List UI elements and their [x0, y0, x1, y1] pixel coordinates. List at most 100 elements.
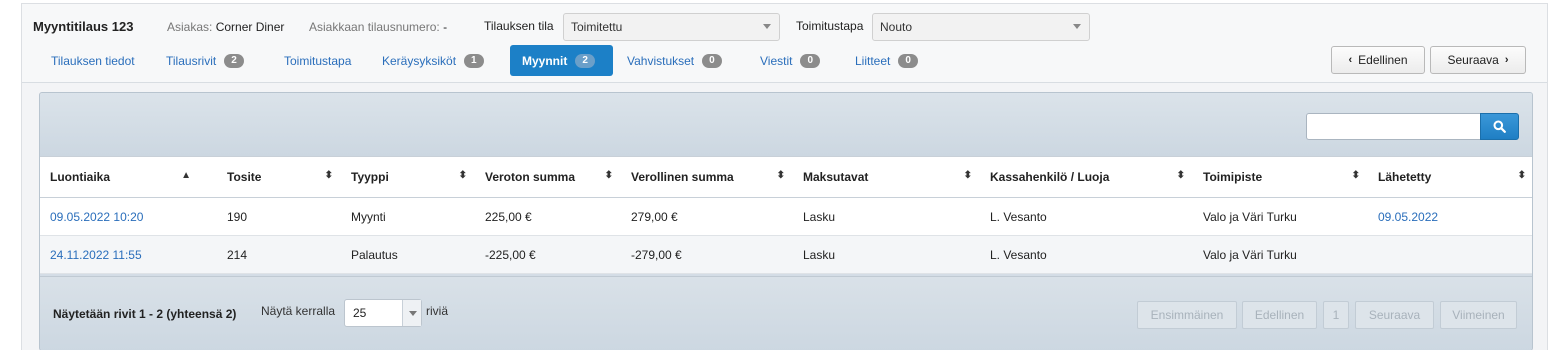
tab-picking-units[interactable]: Keräysyksiköt 1: [370, 45, 496, 76]
customer-order-number-label: Asiakkaan tilausnumero:: [309, 20, 440, 34]
status-select-value: Toimitettu: [571, 20, 623, 34]
table-cell: L. Vesanto: [980, 197, 1193, 236]
tab-label: Tilauksen tiedot: [51, 53, 135, 68]
previous-page-button[interactable]: Edellinen: [1242, 301, 1317, 329]
order-header: Myyntitilaus 123 Asiakas: Corner Diner A…: [22, 4, 1547, 83]
table-cell: L. Vesanto: [980, 235, 1193, 274]
column-header[interactable]: Tyyppi ⬍: [341, 156, 475, 198]
table-cell: -279,00 €: [621, 235, 793, 274]
panel-toolbar: [40, 93, 1532, 156]
column-header[interactable]: Lähetetty ⬍: [1368, 156, 1532, 198]
column-header[interactable]: Toimipiste ⬍: [1193, 156, 1368, 198]
tab-confirmations[interactable]: Vahvistukset 0: [615, 45, 734, 76]
customer-info: Asiakas: Corner Diner: [167, 20, 284, 34]
tab-order-details[interactable]: Tilauksen tiedot: [39, 45, 147, 76]
created-time-link[interactable]: 24.11.2022 11:55: [40, 235, 217, 274]
tab-order-rows[interactable]: Tilausrivit 2: [154, 45, 256, 76]
next-order-label: Seuraava: [1447, 53, 1499, 67]
per-page-select[interactable]: 25: [344, 299, 422, 327]
pagination-bar: Näytetään rivit 1 - 2 (yhteensä 2) Näytä…: [40, 276, 1532, 350]
table-cell: Palautus: [341, 235, 475, 274]
count-badge: 2: [224, 53, 244, 68]
sort-asc-icon: ▲: [181, 170, 191, 181]
customer-order-number-value: -: [443, 20, 448, 34]
previous-order-button[interactable]: ‹ Edellinen: [1331, 46, 1425, 74]
column-header[interactable]: Veroton summa ⬍: [475, 156, 621, 198]
column-header-label: Luontiaika: [50, 170, 111, 184]
count-badge: 0: [800, 53, 821, 68]
tab-label: Keräysyksiköt: [382, 53, 457, 68]
count-badge: 2: [575, 53, 595, 68]
table-cell: -225,00 €: [475, 235, 621, 274]
next-order-button[interactable]: Seuraava ›: [1430, 46, 1526, 74]
column-header[interactable]: Maksutavat ⬍: [793, 156, 980, 198]
sort-icon: ⬍: [1351, 170, 1360, 181]
table-cell: Valo ja Väri Turku: [1193, 197, 1368, 236]
page-number-button[interactable]: 1: [1323, 301, 1349, 329]
tab-attachments[interactable]: Liitteet 0: [843, 45, 930, 76]
tab-label: Viestit: [760, 53, 793, 68]
chevron-down-icon: [763, 24, 771, 29]
order-container: Myyntitilaus 123 Asiakas: Corner Diner A…: [21, 3, 1548, 350]
tab-sales[interactable]: Myynnit 2: [510, 45, 613, 76]
table-cell: Valo ja Väri Turku: [1193, 235, 1368, 274]
last-page-button[interactable]: Viimeinen: [1440, 301, 1517, 329]
table-cell: Myynti: [341, 197, 475, 236]
search-button[interactable]: [1480, 113, 1519, 140]
next-page-button[interactable]: Seuraava: [1355, 301, 1434, 329]
tab-messages[interactable]: Viestit 0: [748, 45, 832, 76]
order-title: Myyntitilaus 123: [33, 19, 134, 34]
column-header-label: Maksutavat: [803, 170, 869, 184]
chevron-down-icon: [402, 300, 421, 326]
column-header-label: Lähetetty: [1378, 170, 1432, 184]
pagination-info: Näytetään rivit 1 - 2 (yhteensä 2): [53, 307, 237, 321]
status-select[interactable]: Toimitettu: [563, 13, 780, 41]
created-time-link[interactable]: 09.05.2022 10:20: [40, 197, 217, 236]
count-badge: 0: [702, 53, 722, 68]
table-cell: [1368, 235, 1532, 274]
count-badge: 0: [898, 53, 918, 68]
table-cell: Lasku: [793, 197, 980, 236]
tab-label: Toimitustapa: [284, 53, 352, 68]
column-header[interactable]: Verollinen summa ⬍: [621, 156, 793, 198]
customer-label: Asiakas:: [167, 20, 213, 34]
sort-icon: ⬍: [776, 170, 785, 181]
table-row[interactable]: 09.05.2022 10:20 190 Myynti 225,00 € 279…: [40, 197, 1532, 236]
chevron-right-icon: ›: [1504, 54, 1509, 66]
column-header[interactable]: Luontiaika ▲: [40, 156, 217, 198]
search-input[interactable]: [1306, 113, 1480, 140]
column-header[interactable]: Tosite ⬍: [217, 156, 341, 198]
count-badge: 1: [464, 53, 484, 68]
table-row[interactable]: 24.11.2022 11:55 214 Palautus -225,00 € …: [40, 235, 1532, 274]
table-header-row: Luontiaika ▲ Tosite ⬍ Tyyppi ⬍ Veroton summ…: [40, 156, 1532, 198]
customer-value: Corner Diner: [215, 20, 285, 34]
sort-icon: ⬍: [1517, 170, 1526, 181]
per-page-value: 25: [353, 306, 367, 320]
sales-panel: Luontiaika ▲ Tosite ⬍ Tyyppi ⬍ Veroton summ…: [39, 92, 1533, 350]
table-cell: 279,00 €: [621, 197, 793, 236]
customer-order-number: Asiakkaan tilausnumero: -: [309, 20, 447, 34]
first-page-button[interactable]: Ensimmäinen: [1137, 301, 1237, 329]
tab-label: Tilausrivit: [166, 53, 217, 68]
per-page-suffix: riviä: [426, 304, 449, 318]
column-header-label: Tyyppi: [351, 170, 389, 184]
table-cell: 225,00 €: [475, 197, 621, 236]
tab-label: Vahvistukset: [627, 53, 695, 68]
sort-icon: ⬍: [1176, 170, 1185, 181]
per-page-label: Näytä kerralla: [261, 304, 336, 318]
column-header-label: Verollinen summa: [631, 170, 734, 184]
table-cell: Lasku: [793, 235, 980, 274]
delivery-select-value: Nouto: [880, 20, 913, 34]
delivery-select[interactable]: Nouto: [872, 13, 1090, 41]
column-header-label: Kassahenkilö / Luoja: [990, 170, 1110, 184]
chevron-left-icon: ‹: [1348, 54, 1353, 66]
sort-icon: ⬍: [458, 170, 467, 181]
sort-icon: ⬍: [963, 170, 972, 181]
status-label: Tilauksen tila: [484, 19, 554, 33]
column-header-label: Tosite: [227, 170, 262, 184]
table-cell: 190: [217, 197, 341, 236]
tab-delivery[interactable]: Toimitustapa: [272, 45, 363, 76]
previous-order-label: Edellinen: [1358, 53, 1408, 67]
sent-date-link[interactable]: 09.05.2022: [1368, 197, 1532, 236]
column-header[interactable]: Kassahenkilö / Luoja ⬍: [980, 156, 1193, 198]
